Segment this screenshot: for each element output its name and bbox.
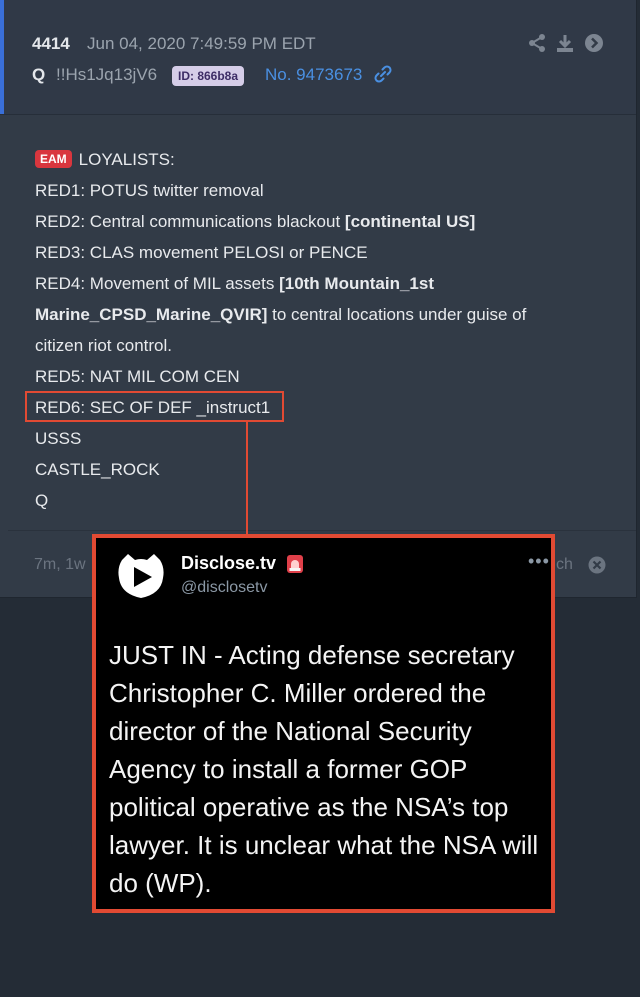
tweet-text-line: Agency to install a former GOP [109,754,468,784]
post-number[interactable]: 4414 [32,34,70,54]
tweet-display-name[interactable]: Disclose.tv [181,553,276,574]
post-line: RED4: Movement of MIL assets [35,274,280,293]
disclose-logo-icon[interactable] [115,550,167,602]
post-number-link[interactable]: No. 9473673 [265,65,362,85]
arrow-right-circle-icon[interactable] [584,33,604,53]
footer-action[interactable]: ch [556,556,573,574]
post-line: Q [35,491,49,510]
post-line-bold: [10th Mountain_1st [279,274,434,293]
post-line: RED1: POTUS twitter removal [35,181,264,200]
id-badge[interactable]: ID: 866b8a [172,66,245,86]
siren-icon [287,555,303,573]
post-line: LOYALISTS: [78,150,175,169]
post-date: Jun 04, 2020 7:49:59 PM EDT [87,34,316,53]
post-line: RED3: CLAS movement PELOSI or PENCE [35,243,368,262]
post-line: to central locations under guise of [267,305,527,324]
post-header [0,0,636,115]
tweet-card: Disclose.tv @disclosetv ••• JUST IN - Ac… [92,534,555,913]
tweet-text-line: Christopher C. Miller ordered the [109,678,487,708]
post-card: 4414 Jun 04, 2020 7:49:59 PM EDT Q !!Hs1… [0,0,637,598]
post-tripcode: !!Hs1Jq13jV6 [56,65,158,84]
footer-divider [8,530,636,531]
footer-replies[interactable]: 7m, 1w [34,556,86,574]
close-icon[interactable] [588,556,606,574]
share-icon[interactable] [528,33,546,53]
post-author: Q [32,65,46,84]
more-options-icon[interactable]: ••• [528,551,550,572]
post-line: RED2: Central communications blackout [35,212,345,231]
tweet-text-line: JUST IN - Acting defense secretary [109,640,515,670]
post-line: CASTLE_ROCK [35,460,160,479]
post-line-bold: [continental US] [344,212,476,231]
tweet-text-line: director of the National Security [109,716,472,746]
download-icon[interactable] [556,33,574,53]
link-icon[interactable] [373,64,393,84]
tweet-handle[interactable]: @disclosetv [181,579,268,597]
post-line: RED5: NAT MIL COM CEN [35,367,240,386]
highlight-box [25,391,284,422]
post-line-bold: Marine_CPSD_Marine_QVIR] [35,305,268,324]
eam-badge: EAM [35,150,72,168]
post-line: citizen riot control. [35,336,172,355]
tweet-text-line: lawyer. It is unclear what the NSA will [109,830,539,860]
tweet-text-line: political operative as the NSA’s top [109,792,509,822]
tweet-text-line: do (WP). [109,868,212,898]
tweet-text: JUST IN - Acting defense secretary Chris… [109,636,549,902]
highlight-connector [246,422,248,534]
post-line: USSS [35,429,82,448]
post-accent-bar [0,0,4,114]
